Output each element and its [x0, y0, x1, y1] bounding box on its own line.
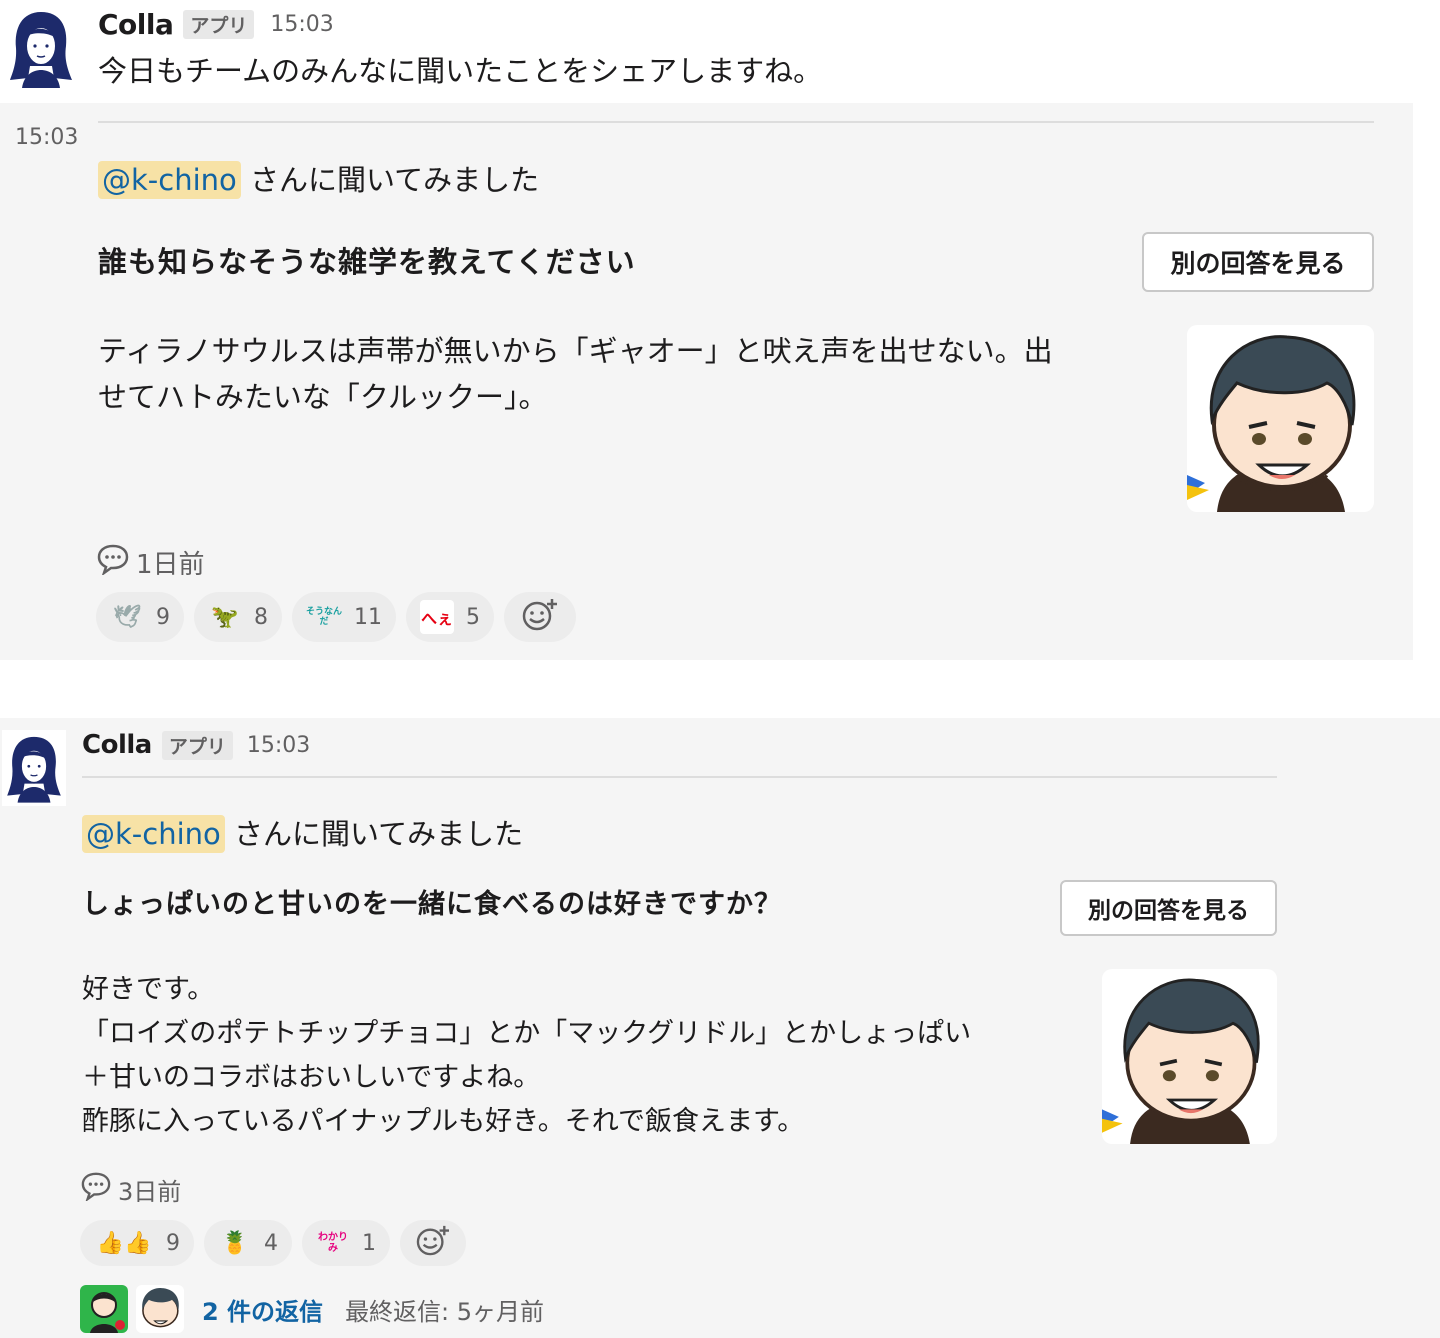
add-reaction-icon — [521, 597, 559, 637]
reactions-bar: 👍👍 9 🍍 4 わかりみ 1 — [80, 1220, 466, 1266]
message-card-2: Colla アプリ 15:03 @k-chino さんに聞いてみました しょっぱ… — [0, 718, 1440, 1338]
comment-time: 3日前 — [118, 1177, 182, 1206]
replies-link[interactable]: 2 件の返信 — [202, 1292, 323, 1327]
message-card-1: 15:03 @k-chino さんに聞いてみました 誰も知らなそうな雑学を教えて… — [0, 103, 1413, 660]
answer-line: ティラノサウルスは声帯が無いから「ギャオー」と吠え声を出せない。出 — [98, 334, 1053, 368]
answer-line: ＋甘いのコラボはおいしいですよね。 — [82, 1062, 541, 1093]
add-reaction-icon — [415, 1224, 451, 1262]
reaction-count: 11 — [354, 604, 382, 630]
speech-bubble-icon — [96, 543, 130, 582]
reaction-pineapple[interactable]: 🍍 4 — [204, 1220, 292, 1266]
sender-name[interactable]: Colla — [98, 8, 174, 41]
answer-text: 好きです。 「ロイズのポテトチップチョコ」とか「マックグリドル」とかしょっぱい … — [82, 968, 971, 1144]
reaction-count: 1 — [362, 1230, 376, 1256]
add-reaction-button[interactable] — [400, 1220, 466, 1266]
reaction-count: 9 — [166, 1230, 180, 1256]
thread-replies[interactable]: 2 件の返信 最終返信: 5ヶ月前 — [80, 1285, 544, 1333]
question-text: 誰も知らなそうな雑学を教えてください — [98, 245, 636, 279]
question-text: しょっぱいのと甘いのを一緒に食べるのは好きですか？ — [82, 889, 782, 920]
reaction-sounanda[interactable]: そうなんだ 11 — [292, 592, 396, 642]
t-rex-emoji-icon: 🦖 — [211, 604, 239, 630]
comment-time: 1日前 — [136, 550, 205, 580]
answer-line: 「ロイズのポテトチップチョコ」とか「マックグリドル」とかしょっぱい — [82, 1018, 972, 1049]
app-badge: アプリ — [161, 730, 233, 760]
answer-line: せてハトみたいな「クルックー」。 — [98, 380, 548, 414]
respondent-avatar[interactable] — [1187, 325, 1374, 512]
sender-name[interactable]: Colla — [82, 730, 152, 760]
reaction-dove[interactable]: 🕊 9 — [96, 592, 184, 642]
colla-avatar[interactable] — [2, 730, 66, 806]
reaction-thumbs-up[interactable]: 👍👍 9 — [80, 1220, 194, 1266]
mention-intro: さんに聞いてみました — [249, 163, 540, 197]
mention-intro: さんに聞いてみました — [233, 817, 524, 851]
other-answer-button[interactable]: 別の回答を見る — [1142, 232, 1374, 292]
respondent-avatar[interactable] — [1102, 969, 1277, 1144]
replier-avatar[interactable] — [80, 1285, 128, 1333]
last-reply: 最終返信: 5ヶ月前 — [345, 1297, 545, 1326]
thread-meta[interactable]: 3日前 — [80, 1171, 181, 1207]
thumbs-up-emoji-icon: 👍👍 — [96, 1230, 152, 1256]
dove-emoji-icon: 🕊 — [113, 604, 141, 630]
mention-line: @k-chino さんに聞いてみました — [98, 157, 539, 203]
reaction-count: 5 — [466, 604, 480, 630]
hee-emoji-icon: へぇ — [420, 600, 454, 634]
wakarimi-emoji-icon: わかりみ — [318, 1232, 348, 1254]
pineapple-emoji-icon: 🍍 — [221, 1230, 249, 1256]
other-answer-button[interactable]: 別の回答を見る — [1060, 880, 1277, 936]
message-text: 今日もチームのみんなに聞いたことをシェアしますね。 — [98, 54, 823, 88]
reaction-count: 4 — [264, 1230, 278, 1256]
reaction-count: 8 — [254, 604, 268, 630]
reaction-t-rex[interactable]: 🦖 8 — [194, 592, 282, 642]
answer-text: ティラノサウルスは声帯が無いから「ギャオー」と吠え声を出せない。出 せてハトみた… — [98, 328, 1053, 420]
reaction-hee[interactable]: へぇ 5 — [406, 592, 494, 642]
divider — [82, 776, 1277, 778]
mention-line: @k-chino さんに聞いてみました — [82, 811, 523, 857]
add-reaction-button[interactable] — [504, 592, 576, 642]
replier-avatar[interactable] — [136, 1285, 184, 1333]
answer-line: 酢豚に入っているパイナップルも好き。それで飯食えます。 — [82, 1106, 805, 1137]
thread-meta[interactable]: 1日前 — [96, 543, 205, 582]
timestamp[interactable]: 15:03 — [247, 733, 310, 758]
speech-bubble-icon — [80, 1171, 112, 1207]
reactions-bar: 🕊 9 🦖 8 そうなんだ 11 へぇ 5 — [96, 592, 576, 642]
answer-line: 好きです。 — [82, 974, 215, 1005]
reaction-count: 9 — [156, 604, 170, 630]
app-badge: アプリ — [183, 10, 255, 39]
user-mention[interactable]: @k-chino — [82, 815, 225, 853]
colla-avatar[interactable] — [4, 8, 78, 88]
sounanda-emoji-icon: そうなんだ — [306, 607, 343, 627]
user-mention[interactable]: @k-chino — [98, 161, 241, 199]
hover-timestamp[interactable]: 15:03 — [15, 125, 78, 150]
reaction-wakarimi[interactable]: わかりみ 1 — [302, 1220, 390, 1266]
divider — [98, 121, 1374, 123]
timestamp[interactable]: 15:03 — [270, 12, 333, 37]
